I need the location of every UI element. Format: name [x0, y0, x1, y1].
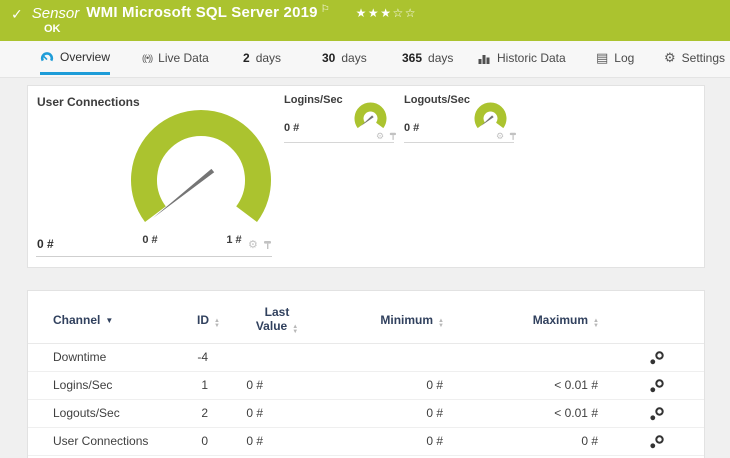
logins-gauge-title: Logins/Sec [284, 94, 343, 106]
priority-stars[interactable]: ★★★☆☆ [356, 6, 417, 20]
gears-icon [650, 379, 664, 393]
gear-icon[interactable]: ⚙ [248, 238, 258, 251]
tab-historic-data[interactable]: Historic Data [478, 41, 566, 75]
gears-icon [650, 351, 664, 365]
tab-label: days [255, 51, 282, 65]
tab-30-days[interactable]: 30 days [322, 41, 367, 75]
channel-name: Logins/Sec [53, 378, 113, 392]
maximum-value: 0 # [581, 434, 598, 448]
tab-2-days[interactable]: 2 days [243, 41, 281, 75]
bar-chart-icon [478, 54, 490, 64]
column-header-maximum[interactable]: Maximum ▲ ▼ [493, 313, 599, 329]
logouts-gauge-value: 0 # [404, 122, 420, 134]
sort-arrows-icon: ▲ ▼ [292, 324, 299, 335]
table-header-row: Channel ▼ ID ▲ ▼ Last Value ▲ ▼ Minimum ▲ ▼ Max… [28, 291, 704, 344]
divider [284, 142, 394, 143]
divider [404, 142, 514, 143]
channel-id: -4 [197, 350, 208, 364]
gears-icon [650, 435, 664, 449]
table-row[interactable]: Logins/Sec 1 0 # 0 # < 0.01 # [28, 372, 704, 400]
status-check-icon: ✓ [11, 6, 23, 22]
gauge-icon [40, 51, 54, 61]
log-icon: ▤ [596, 50, 609, 65]
last-value: 0 # [246, 378, 263, 392]
sort-arrows-icon: ▲ ▼ [438, 318, 444, 329]
tab-strip: Overview ((•)) Live Data 2 days 30 days … [0, 41, 730, 78]
table-row[interactable]: User Connections 0 0 # 0 # 0 # [28, 428, 704, 456]
sensor-title: WMI Microsoft SQL Server 2019 [86, 4, 318, 21]
sort-arrows-icon: ▲ ▼ [593, 318, 599, 329]
logins-gauge [354, 102, 387, 129]
channel-settings-button[interactable] [649, 378, 673, 397]
table-row[interactable]: Logouts/Sec 2 0 # 0 # < 0.01 # [28, 400, 704, 428]
tab-label: Historic Data [497, 51, 566, 65]
tab-settings[interactable]: ⚙ Settings [664, 41, 725, 75]
broadcast-icon: ((•)) [142, 53, 153, 63]
logouts-gauge-title: Logouts/Sec [404, 94, 471, 106]
tab-overview[interactable]: Overview [40, 41, 111, 75]
maximum-value: < 0.01 # [554, 378, 598, 392]
pin-icon[interactable] [509, 132, 517, 141]
tab-number: 30 [322, 51, 336, 65]
gear-icon[interactable]: ⚙ [496, 131, 504, 142]
divider [36, 256, 272, 257]
channel-settings-button[interactable] [649, 350, 673, 369]
channels-table-panel: Channel ▼ ID ▲ ▼ Last Value ▲ ▼ Minimum ▲ ▼ Max… [27, 290, 705, 458]
minimum-value: 0 # [426, 406, 443, 420]
flag-icon: ⚐ [320, 4, 330, 15]
channel-name: Logouts/Sec [53, 406, 120, 420]
tab-label: Live Data [158, 51, 209, 65]
main-gauge-value: 0 # [37, 237, 54, 251]
channel-name: Downtime [53, 350, 107, 364]
gauge-scale-max: 1 # [226, 234, 242, 246]
column-header-minimum[interactable]: Minimum ▲ ▼ [338, 313, 444, 329]
column-header-last-value[interactable]: Last Value ▲ ▼ [246, 305, 308, 335]
user-connections-gauge [131, 110, 271, 222]
channel-settings-button[interactable] [649, 434, 673, 453]
gears-icon [650, 407, 664, 421]
maximum-value: < 0.01 # [554, 406, 598, 420]
tab-label: days [341, 51, 367, 65]
tab-number: 2 [243, 51, 250, 65]
minimum-value: 0 # [426, 434, 443, 448]
logouts-gauge [474, 102, 507, 129]
logins-gauge-value: 0 # [284, 122, 300, 134]
tab-label: Log [614, 51, 635, 65]
tab-live-data[interactable]: ((•)) Live Data [142, 41, 209, 75]
column-header-channel[interactable]: Channel ▼ [53, 313, 113, 327]
last-value: 0 # [246, 406, 263, 420]
gauges-panel: User Connections 0 # 1 # 0 # ⚙ Logins/Se… [27, 85, 705, 268]
gauge-needle [153, 168, 215, 218]
tab-label: Settings [681, 51, 726, 65]
channel-settings-button[interactable] [649, 406, 673, 425]
gear-icon: ⚙ [664, 50, 676, 65]
gauge-scale-min: 0 # [142, 234, 158, 246]
pin-icon[interactable] [263, 240, 272, 250]
sensor-header-bar: ✓ Sensor WMI Microsoft SQL Server 2019 ⚐… [0, 0, 730, 41]
sensor-status-text: OK [44, 23, 61, 35]
gear-icon[interactable]: ⚙ [376, 131, 384, 142]
last-value: 0 # [246, 434, 263, 448]
sort-caret-icon: ▼ [105, 316, 114, 325]
tab-number: 365 [402, 51, 423, 65]
pin-icon[interactable] [389, 132, 397, 141]
tab-log[interactable]: ▤ Log [596, 41, 634, 75]
channel-name: User Connections [53, 434, 149, 448]
sort-arrows-icon: ▲ ▼ [214, 318, 220, 329]
tab-365-days[interactable]: 365 days [402, 41, 453, 75]
sensor-kind-label: Sensor [31, 5, 80, 22]
tab-label: Overview [60, 49, 111, 64]
tab-label: days [428, 51, 454, 65]
minimum-value: 0 # [426, 378, 443, 392]
column-header-id[interactable]: ID ▲ ▼ [148, 313, 220, 329]
table-row[interactable]: Downtime -4 [28, 344, 704, 372]
